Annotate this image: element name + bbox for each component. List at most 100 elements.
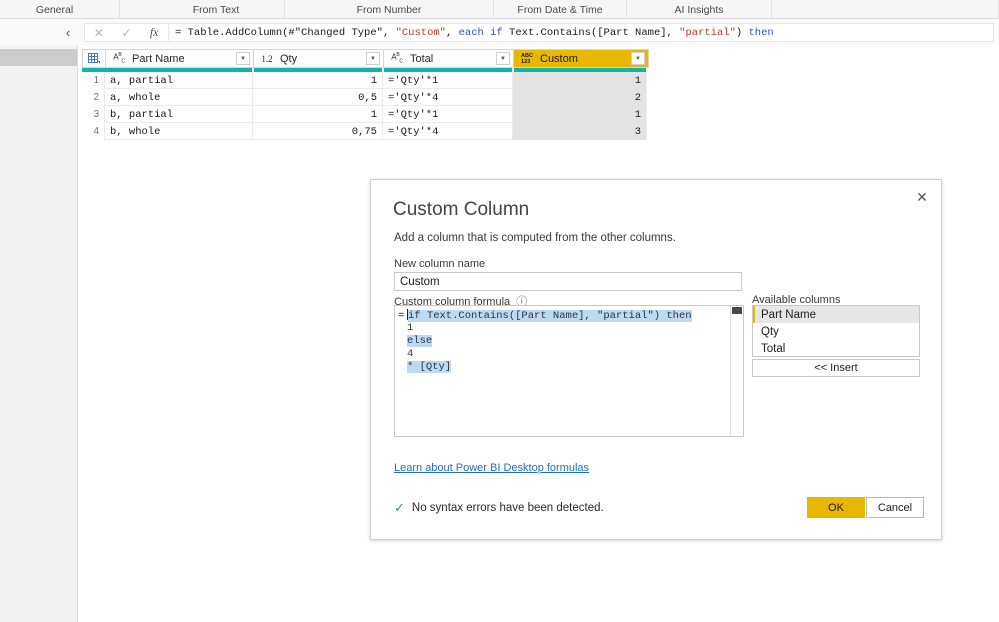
table-cell[interactable]: 3 [513, 123, 647, 140]
formula-line: 1 [407, 322, 413, 335]
table-cell[interactable]: 2 [513, 89, 647, 106]
table-cell[interactable]: 1 [513, 72, 647, 89]
available-columns-list[interactable]: Part Name Qty Total [752, 305, 920, 357]
row-number: 2 [82, 89, 105, 106]
formula-editor-scrollbar[interactable] [730, 306, 743, 436]
formula-accept-icon[interactable]: ✓ [113, 24, 141, 41]
column-header-label: Part Name [132, 52, 185, 65]
formula-token: = Table.AddColumn(# [175, 26, 295, 39]
column-header-custom[interactable]: ABC 123 Custom ▼ [514, 50, 648, 67]
row-number: 1 [82, 72, 105, 89]
table-cell[interactable]: b, partial [105, 106, 253, 123]
column-header-part-name[interactable]: ABC Part Name ▼ [106, 50, 254, 67]
column-filter-chevron-down-icon[interactable]: ▼ [496, 52, 510, 65]
formula-line-text: 4 [407, 348, 414, 360]
custom-column-dialog: ✕ Custom Column Add a column that is com… [370, 179, 942, 540]
column-filter-chevron-down-icon[interactable]: ▼ [366, 52, 380, 65]
ribbon-group-ai-insights[interactable]: AI Insights [627, 0, 772, 19]
formula-line-text: if Text.Contains([Part Name], "partial")… [408, 310, 692, 322]
formula-token: , [445, 26, 459, 39]
table-cell[interactable]: b, whole [105, 123, 253, 140]
table-cell[interactable]: 1 [513, 106, 647, 123]
row-number: 3 [82, 106, 105, 123]
column-type-icon: ABC [391, 52, 403, 65]
formula-token: each [458, 26, 484, 39]
grid-header-row: ABC Part Name ▼ 1.2 Qty ▼ ABC Total ▼ ABC 123 Custo… [82, 49, 649, 68]
formula-line: else [407, 335, 433, 348]
formula-line: 4 [407, 348, 413, 361]
syntax-status: ✓ No syntax errors have been detected. [394, 500, 604, 516]
row-number: 4 [82, 123, 105, 140]
formula-bar-input[interactable]: = Table.AddColumn(# "Changed Type", "Cust… [168, 23, 994, 42]
formula-fx-icon[interactable]: fx [140, 24, 168, 41]
formula-token: , [382, 26, 396, 39]
column-header-label: Qty [280, 52, 298, 65]
table-cell[interactable]: ='Qty'*4 [383, 89, 513, 106]
column-header-qty[interactable]: 1.2 Qty ▼ [254, 50, 384, 67]
column-type-icon: 1.2 [261, 53, 273, 64]
query-list-item-selected[interactable] [0, 49, 77, 66]
cancel-button[interactable]: Cancel [866, 497, 924, 518]
formula-bar-buttons: ✕ ✓ fx [84, 23, 168, 42]
table-cell[interactable]: 0,5 [253, 89, 383, 106]
table-row[interactable]: 2 a, whole 0,5 ='Qty'*4 2 [82, 89, 647, 106]
dialog-title: Custom Column [393, 199, 530, 220]
table-row[interactable]: 1 a, partial 1 ='Qty'*1 1 [82, 72, 647, 89]
table-cell[interactable]: 0,75 [253, 123, 383, 140]
ribbon-group-general[interactable]: General [0, 0, 120, 19]
collapse-queries-chevron-icon[interactable]: ‹ [58, 19, 78, 45]
learn-formulas-link[interactable]: Learn about Power BI Desktop formulas [394, 462, 589, 474]
table-cell[interactable]: a, partial [105, 72, 253, 89]
available-column-item[interactable]: Qty [753, 323, 919, 340]
formula-line: * [Qty] [407, 361, 452, 374]
dialog-subtitle: Add a column that is computed from the o… [394, 232, 676, 244]
formula-token: "Custom" [395, 26, 446, 39]
syntax-status-text: No syntax errors have been detected. [411, 502, 604, 514]
ribbon-group-from-number[interactable]: From Number [285, 0, 494, 19]
formula-token: if [490, 26, 503, 39]
formula-cancel-icon[interactable]: ✕ [85, 24, 113, 41]
ribbon-group-from-date-time[interactable]: From Date & Time [494, 0, 627, 19]
column-filter-chevron-down-icon[interactable]: ▼ [631, 52, 645, 65]
formula-text-lines: if Text.Contains([Part Name], "partial")… [407, 309, 692, 374]
available-column-item[interactable]: Total [753, 340, 919, 357]
formula-token: then [748, 26, 774, 39]
formula-line-text: * [Qty] [407, 361, 452, 373]
column-filter-chevron-down-icon[interactable]: ▼ [236, 52, 250, 65]
table-cell[interactable]: 1 [253, 72, 383, 89]
table-cell[interactable]: ='Qty'*1 [383, 72, 513, 89]
queries-pane [0, 45, 78, 622]
formula-line-text: 1 [407, 322, 414, 334]
available-column-item[interactable]: Part Name [753, 306, 919, 323]
formula-line: if Text.Contains([Part Name], "partial")… [407, 309, 692, 322]
scrollbar-thumb[interactable] [732, 307, 742, 314]
formula-token: "Changed Type" [294, 26, 383, 39]
custom-column-formula-editor[interactable]: = if Text.Contains([Part Name], "partial… [394, 305, 744, 437]
close-icon[interactable]: ✕ [911, 187, 933, 207]
ribbon-group-from-text[interactable]: From Text [148, 0, 285, 19]
column-type-icon: ABC [113, 52, 125, 65]
column-header-total[interactable]: ABC Total ▼ [384, 50, 514, 67]
check-icon: ✓ [394, 500, 405, 515]
formula-token: ) [735, 26, 749, 39]
new-column-name-input[interactable]: Custom [394, 272, 742, 291]
table-row[interactable]: 3 b, partial 1 ='Qty'*1 1 [82, 106, 647, 123]
formula-equals-prefix: = [398, 310, 405, 322]
table-row[interactable]: 4 b, whole 0,75 ='Qty'*4 3 [82, 123, 647, 140]
ribbon-group-empty-5[interactable] [772, 0, 999, 19]
column-header-label: Total [410, 52, 434, 65]
column-header-label: Custom [540, 52, 578, 65]
table-cell[interactable]: ='Qty'*4 [383, 123, 513, 140]
insert-button[interactable]: << Insert [752, 359, 920, 377]
ok-button[interactable]: OK [807, 497, 865, 518]
new-column-name-label: New column name [394, 258, 486, 270]
table-cell[interactable]: a, whole [105, 89, 253, 106]
grid-body: 1 a, partial 1 ='Qty'*1 1 2 a, whole 0,5 ='Qty'*… [82, 72, 647, 140]
table-cell[interactable]: 1 [253, 106, 383, 123]
grid-corner-table-icon[interactable] [83, 50, 106, 67]
formula-line-text: else [407, 335, 433, 347]
app-root: General From Text From Number From Date & T… [0, 0, 999, 622]
ribbon-tab-strip: General From Text From Number From Date & T… [0, 0, 999, 19]
table-cell[interactable]: ='Qty'*1 [383, 106, 513, 123]
formula-token: Text.Contains([Part Name], [502, 26, 680, 39]
